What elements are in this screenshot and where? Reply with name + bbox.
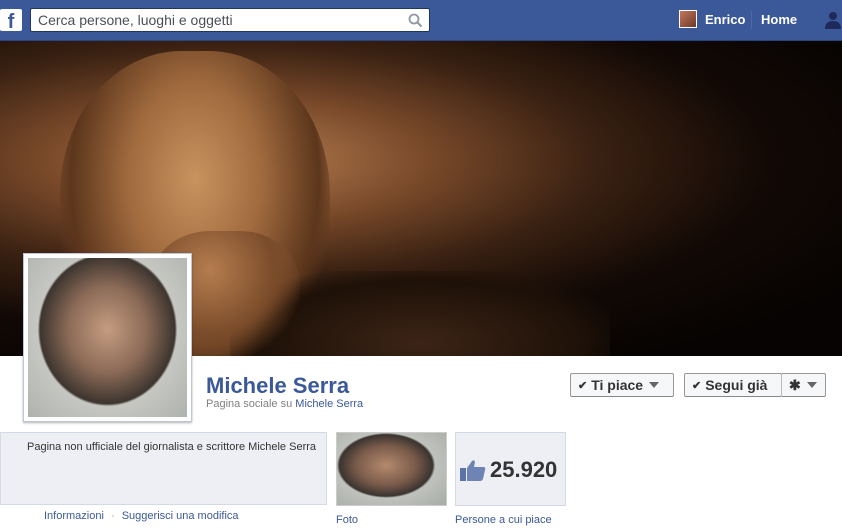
likes-count: 25.920 [490, 457, 558, 482]
search-box [30, 8, 430, 32]
home-link[interactable]: Home [761, 12, 797, 27]
info-link[interactable]: Informazioni [44, 510, 104, 522]
liked-button-label: Ti piace [591, 377, 644, 393]
friend-requests-icon[interactable] [823, 11, 842, 29]
check-icon: ✔ [578, 379, 588, 392]
chevron-down-icon [649, 382, 660, 388]
user-avatar[interactable] [679, 10, 697, 28]
about-description: Pagina non ufficiale del giornalista e s… [27, 441, 317, 453]
page-title[interactable]: Michele Serra [206, 373, 349, 399]
user-profile-link[interactable]: Enrico [705, 12, 745, 27]
search-icon[interactable] [407, 12, 425, 28]
photos-label[interactable]: Foto [336, 514, 358, 526]
page-category-link[interactable]: Michele Serra [295, 398, 363, 410]
suggest-edit-link[interactable]: Suggerisci una modifica [122, 510, 239, 522]
topbar-divider [751, 11, 752, 29]
about-box: Pagina non ufficiale del giornalista e s… [0, 432, 327, 505]
page-category-prefix: Pagina sociale su [206, 398, 293, 410]
following-button-label: Segui già [705, 377, 768, 393]
profile-picture[interactable] [23, 253, 192, 422]
following-button[interactable]: ✔ Segui già [684, 373, 782, 397]
likes-box[interactable]: 25.920 [455, 432, 566, 506]
page-options-button[interactable]: ✱ [781, 373, 826, 397]
facebook-logo-icon[interactable]: f [0, 9, 22, 33]
thumbs-up-icon [460, 460, 486, 481]
search-input[interactable] [31, 9, 401, 31]
likes-label[interactable]: Persone a cui piace [455, 514, 552, 526]
chevron-down-icon [806, 382, 817, 388]
link-separator: · [110, 510, 115, 522]
about-links: Informazioni · Suggerisci una modifica [44, 510, 239, 522]
photos-thumbnail[interactable] [336, 432, 447, 506]
check-icon: ✔ [692, 379, 702, 392]
top-navigation-bar: f Enrico Home [0, 0, 842, 41]
gear-icon: ✱ [789, 376, 801, 393]
profile-photo [28, 258, 187, 417]
liked-button[interactable]: ✔ Ti piace [570, 373, 674, 397]
page-category: Pagina sociale su Michele Serra [206, 398, 363, 410]
